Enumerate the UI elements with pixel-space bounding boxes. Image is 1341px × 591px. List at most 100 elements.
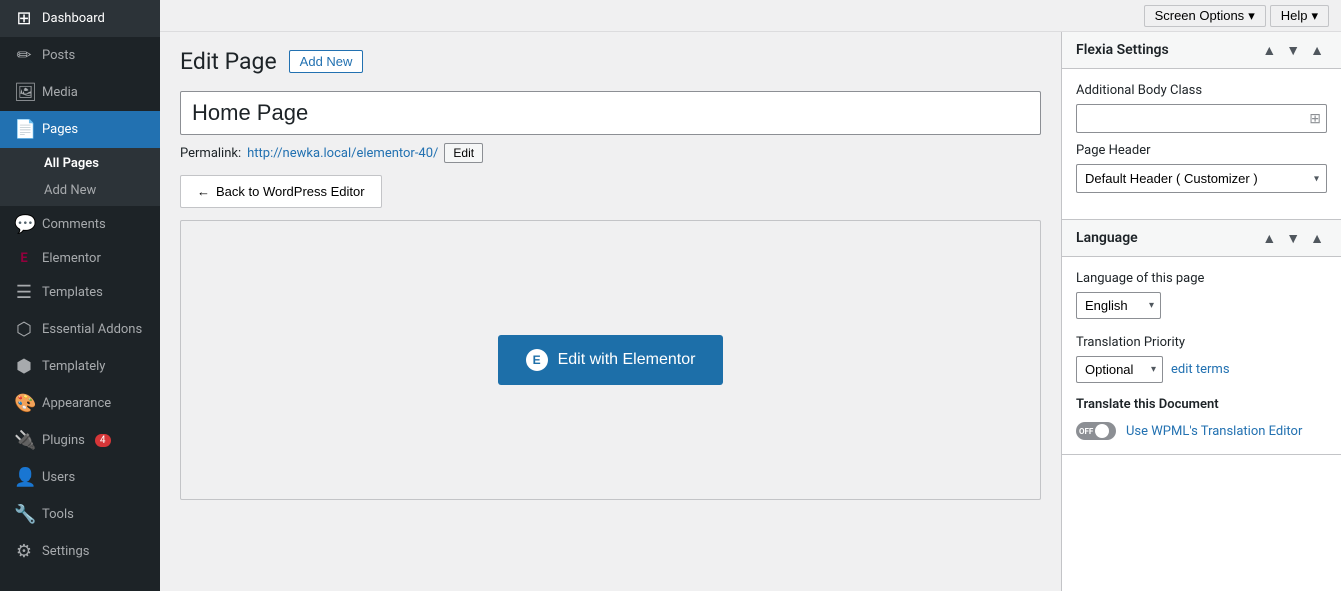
page-title-row: Edit Page Add New bbox=[180, 48, 1041, 75]
sidebar-item-label: Pages bbox=[42, 122, 78, 137]
sidebar-item-essential-addons[interactable]: ⬡ Essential Addons bbox=[0, 311, 160, 348]
topbar: Screen Options ▾ Help ▾ bbox=[160, 0, 1341, 32]
permalink-edit-button[interactable]: Edit bbox=[444, 143, 483, 163]
chevron-down-icon: ▾ bbox=[1311, 8, 1318, 24]
sidebar-item-media[interactable]: 🖼 Media bbox=[0, 74, 160, 111]
flexia-settings-title: Flexia Settings bbox=[1076, 42, 1169, 58]
language-select[interactable]: English French German Spanish bbox=[1077, 293, 1160, 318]
comments-icon: 💬 bbox=[14, 214, 34, 235]
pages-icon: 📄 bbox=[14, 119, 34, 140]
permalink-url[interactable]: http://newka.local/elementor-40/ bbox=[247, 146, 438, 161]
wpml-translation-editor-label: Use WPML's Translation Editor bbox=[1126, 424, 1302, 439]
wpml-toggle[interactable]: OFF bbox=[1076, 422, 1116, 440]
chevron-down-icon: ▾ bbox=[1248, 8, 1255, 24]
wpml-link[interactable]: Use WPML's Translation Editor bbox=[1126, 424, 1302, 439]
sidebar-item-templates[interactable]: ☰ Templates bbox=[0, 274, 160, 311]
language-panel: Language ▲ ▼ ▲ Language of this page Eng… bbox=[1062, 220, 1341, 455]
additional-body-class-field-wrapper: ⊞ bbox=[1076, 104, 1327, 133]
sidebar-item-label: Tools bbox=[42, 507, 74, 522]
sidebar-submenu-add-new[interactable]: Add New bbox=[0, 177, 160, 204]
content-area: Edit Page Add New Permalink: http://newk… bbox=[160, 32, 1341, 591]
page-header-select-wrapper: Default Header ( Customizer ) ▾ bbox=[1076, 164, 1327, 193]
toggle-state-label: OFF bbox=[1079, 427, 1093, 436]
sidebar-item-templately[interactable]: ⬢ Templately bbox=[0, 348, 160, 385]
language-panel-close[interactable]: ▲ bbox=[1307, 230, 1327, 246]
language-panel-header: Language ▲ ▼ ▲ bbox=[1062, 220, 1341, 257]
settings-icon: ⚙ bbox=[14, 541, 34, 562]
sidebar-item-label: Dashboard bbox=[42, 11, 105, 26]
translation-priority-label: Translation Priority bbox=[1076, 335, 1327, 350]
page-content: Edit Page Add New Permalink: http://newk… bbox=[160, 32, 1061, 591]
language-panel-body: Language of this page English French Ger… bbox=[1062, 257, 1341, 454]
sidebar-item-label: Elementor bbox=[42, 251, 101, 266]
flexia-settings-body: Additional Body Class ⊞ Page Header Defa… bbox=[1062, 69, 1341, 219]
appearance-icon: 🎨 bbox=[14, 393, 34, 414]
flexia-panel-collapse-down[interactable]: ▼ bbox=[1283, 42, 1303, 58]
permalink-label: Permalink: bbox=[180, 146, 241, 161]
templately-icon: ⬢ bbox=[14, 356, 34, 377]
sidebar-item-label: Essential Addons bbox=[42, 322, 142, 337]
sidebar-submenu-all-pages[interactable]: All Pages bbox=[0, 150, 160, 177]
sidebar-item-label: Plugins bbox=[42, 433, 85, 448]
posts-icon: ✏ bbox=[14, 45, 34, 66]
sidebar-item-tools[interactable]: 🔧 Tools bbox=[0, 496, 160, 533]
media-icon: 🖼 bbox=[14, 82, 34, 103]
sidebar-item-posts[interactable]: ✏ Posts bbox=[0, 37, 160, 74]
main-area: Screen Options ▾ Help ▾ Edit Page Add Ne… bbox=[160, 0, 1341, 591]
sidebar-item-comments[interactable]: 💬 Comments bbox=[0, 206, 160, 243]
translate-document-label: Translate this Document bbox=[1076, 397, 1327, 412]
tools-icon: 🔧 bbox=[14, 504, 34, 525]
page-header-select[interactable]: Default Header ( Customizer ) bbox=[1076, 164, 1327, 193]
toggle-knob bbox=[1095, 424, 1109, 438]
plugins-icon: 🔌 bbox=[14, 430, 34, 451]
language-panel-controls: ▲ ▼ ▲ bbox=[1259, 230, 1327, 246]
page-title-input[interactable] bbox=[180, 91, 1041, 135]
add-new-button[interactable]: Add New bbox=[289, 50, 364, 73]
language-panel-title: Language bbox=[1076, 230, 1138, 246]
sidebar-item-pages[interactable]: 📄 Pages bbox=[0, 111, 160, 148]
help-button[interactable]: Help ▾ bbox=[1270, 5, 1329, 27]
translation-priority-row: Optional High Medium Low ▾ edit terms bbox=[1076, 356, 1327, 383]
input-clear-icon: ⊞ bbox=[1309, 111, 1321, 127]
language-select-wrapper: English French German Spanish ▾ bbox=[1076, 292, 1161, 319]
additional-body-class-label: Additional Body Class bbox=[1076, 83, 1327, 98]
sidebar-item-appearance[interactable]: 🎨 Appearance bbox=[0, 385, 160, 422]
priority-select-wrapper: Optional High Medium Low ▾ bbox=[1076, 356, 1163, 383]
language-of-page-label: Language of this page bbox=[1076, 271, 1327, 286]
language-panel-collapse-down[interactable]: ▼ bbox=[1283, 230, 1303, 246]
sidebar: ⊞ Dashboard ✏ Posts 🖼 Media 📄 Pages All … bbox=[0, 0, 160, 591]
flexia-panel-controls: ▲ ▼ ▲ bbox=[1259, 42, 1327, 58]
sidebar-item-settings[interactable]: ⚙ Settings bbox=[0, 533, 160, 570]
edit-terms-link[interactable]: edit terms bbox=[1171, 362, 1230, 377]
elementor-circle-icon: E bbox=[526, 349, 548, 371]
sidebar-item-elementor[interactable]: E Elementor bbox=[0, 243, 160, 274]
sidebar-item-dashboard[interactable]: ⊞ Dashboard bbox=[0, 0, 160, 37]
sidebar-item-label: Appearance bbox=[42, 396, 111, 411]
screen-options-button[interactable]: Screen Options ▾ bbox=[1144, 5, 1266, 27]
back-to-wordpress-editor-button[interactable]: ← Back to WordPress Editor bbox=[180, 175, 382, 208]
sidebar-item-label: Media bbox=[42, 85, 78, 100]
editor-area: E Edit with Elementor bbox=[180, 220, 1041, 500]
sidebar-item-label: Posts bbox=[42, 48, 75, 63]
arrow-left-icon: ← bbox=[197, 184, 210, 199]
edit-with-elementor-button[interactable]: E Edit with Elementor bbox=[498, 335, 724, 385]
sidebar-item-label: Templates bbox=[42, 285, 103, 300]
sidebar-item-users[interactable]: 👤 Users bbox=[0, 459, 160, 496]
plugins-badge: 4 bbox=[95, 434, 111, 447]
users-icon: 👤 bbox=[14, 467, 34, 488]
flexia-settings-panel: Flexia Settings ▲ ▼ ▲ Additional Body Cl… bbox=[1062, 32, 1341, 220]
language-panel-collapse-up[interactable]: ▲ bbox=[1259, 230, 1279, 246]
pages-submenu: All Pages Add New bbox=[0, 148, 160, 206]
sidebar-item-label: Comments bbox=[42, 217, 106, 232]
templates-icon: ☰ bbox=[14, 282, 34, 303]
page-header-label: Page Header bbox=[1076, 143, 1327, 158]
additional-body-class-input[interactable] bbox=[1076, 104, 1327, 133]
sidebar-item-plugins[interactable]: 🔌 Plugins 4 bbox=[0, 422, 160, 459]
permalink-row: Permalink: http://newka.local/elementor-… bbox=[180, 143, 1041, 163]
flexia-panel-close[interactable]: ▲ bbox=[1307, 42, 1327, 58]
essential-addons-icon: ⬡ bbox=[14, 319, 34, 340]
flexia-panel-collapse-up[interactable]: ▲ bbox=[1259, 42, 1279, 58]
dashboard-icon: ⊞ bbox=[14, 8, 34, 29]
priority-select[interactable]: Optional High Medium Low bbox=[1077, 357, 1162, 382]
sidebar-item-label: Users bbox=[42, 470, 75, 485]
